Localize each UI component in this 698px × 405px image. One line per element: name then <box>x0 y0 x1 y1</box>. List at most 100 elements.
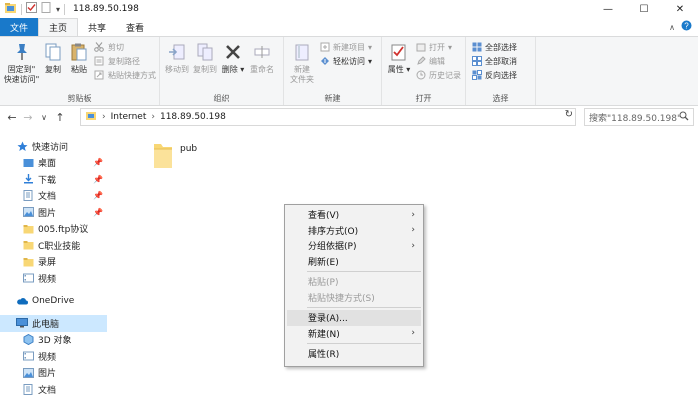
video-icon <box>22 350 34 362</box>
breadcrumb-internet[interactable]: Internet <box>111 112 147 122</box>
cut-button[interactable]: 剪切 <box>94 41 156 53</box>
window-controls: — ☐ ✕ <box>590 0 698 18</box>
invert-selection-label: 反向选择 <box>485 70 517 80</box>
menu-item-paste[interactable]: 粘贴(P) <box>285 274 423 290</box>
select-small-actions: 全部选择 全部取消 反向选择 <box>471 39 517 93</box>
copy-button[interactable]: 复制 <box>40 39 66 93</box>
tab-view[interactable]: 查看 <box>116 18 154 36</box>
pin-icon[interactable]: 📌 <box>93 175 103 184</box>
folder-icon <box>22 223 34 235</box>
invert-selection-button[interactable]: 反向选择 <box>471 69 517 81</box>
maximize-button[interactable]: ☐ <box>626 0 662 18</box>
open-icon <box>415 42 426 53</box>
nav-item-documents[interactable]: 文档 📌 <box>0 188 107 205</box>
nav-item-pictures[interactable]: 图片 📌 <box>0 204 107 221</box>
search-box[interactable]: 搜索"118.89.50.198" <box>584 108 694 126</box>
menu-item-properties[interactable]: 属性(R) <box>285 346 423 362</box>
nav-onedrive[interactable]: OneDrive <box>0 293 107 310</box>
copy-to-icon <box>194 41 216 63</box>
new-folder-button[interactable]: 新建 文件夹 <box>287 39 317 93</box>
paste-shortcut-button[interactable]: 粘贴快捷方式 <box>94 69 156 81</box>
properties-icon <box>388 41 410 63</box>
edit-button[interactable]: 编辑 <box>415 55 461 67</box>
nav-this-pc[interactable]: 此电脑 <box>0 315 107 332</box>
nav-item-label: 桌面 <box>38 159 57 170</box>
tab-file[interactable]: 文件 <box>0 18 39 36</box>
nav-item-folder[interactable]: 录屏 <box>0 254 107 271</box>
select-all-button[interactable]: 全部选择 <box>471 41 517 53</box>
file-item-pub[interactable]: pub <box>152 140 197 173</box>
easy-access-dropdown-icon: ▾ <box>368 56 373 66</box>
easy-access-button[interactable]: 轻松访问 ▾ <box>319 55 372 67</box>
history-button[interactable]: 历史记录 <box>415 69 461 81</box>
collapse-ribbon-icon[interactable]: ∧ <box>669 23 675 32</box>
nav-item-folder[interactable]: C职业技能 <box>0 237 107 254</box>
nav-item-3d-objects[interactable]: 3D 对象 <box>0 332 107 349</box>
nav-item-desktop[interactable]: 桌面 📌 <box>0 155 107 172</box>
paste-shortcut-icon <box>94 70 105 81</box>
minimize-button[interactable]: — <box>590 0 626 18</box>
delete-button[interactable]: 删除 ▾ <box>219 39 247 93</box>
star-icon <box>16 140 28 152</box>
menu-item-login[interactable]: 登录(A)... <box>287 310 421 326</box>
paste-button[interactable]: 粘贴 <box>66 39 92 93</box>
tab-share[interactable]: 共享 <box>78 18 116 36</box>
help-icon[interactable]: ? <box>681 20 692 34</box>
select-none-button[interactable]: 全部取消 <box>471 55 517 67</box>
forward-arrow-icon[interactable]: → <box>20 111 36 124</box>
menu-item-refresh[interactable]: 刷新(E) <box>285 254 423 270</box>
rename-button[interactable]: 重命名 <box>247 39 277 93</box>
new-folder-qat-icon[interactable] <box>41 2 52 16</box>
close-button[interactable]: ✕ <box>662 0 698 18</box>
pin-quick-access-button[interactable]: 固定到" 快速访问" <box>3 39 40 93</box>
download-arrow-icon <box>22 173 34 185</box>
easy-access-icon <box>319 56 330 67</box>
tab-home[interactable]: 主页 <box>38 18 79 36</box>
open-button[interactable]: 打开 ▾ <box>415 41 461 53</box>
app-icon[interactable] <box>4 2 17 17</box>
new-folder-icon <box>291 41 313 63</box>
menu-item-paste-shortcut[interactable]: 粘贴快捷方式(S) <box>285 290 423 306</box>
up-arrow-icon[interactable]: ↑ <box>52 111 68 124</box>
nav-item-documents[interactable]: 文档 <box>0 381 107 398</box>
nav-item-pictures[interactable]: 图片 <box>0 365 107 382</box>
copy-path-button[interactable]: 复制路径 <box>94 55 156 67</box>
back-arrow-icon[interactable]: ← <box>4 111 20 124</box>
properties-check-icon[interactable] <box>26 2 37 16</box>
copy-path-label: 复制路径 <box>107 56 140 66</box>
delete-text: 删除 <box>221 65 238 74</box>
menu-item-sort[interactable]: 排序方式(O) › <box>285 223 423 239</box>
organize-group: 移动到 复制到 删除 ▾ 重命名 组织 <box>160 37 284 105</box>
open-group: 属性 ▾ 打开 ▾ 编辑 历史记录 打开 <box>382 37 466 105</box>
nav-item-videos[interactable]: 视频 <box>0 348 107 365</box>
menu-item-label: 粘贴快捷方式(S) <box>308 293 375 304</box>
move-to-button[interactable]: 移动到 <box>163 39 191 93</box>
nav-item-downloads[interactable]: 下载 📌 <box>0 171 107 188</box>
refresh-icon[interactable]: ↻ <box>565 109 573 120</box>
menu-item-group[interactable]: 分组依据(P) › <box>285 238 423 254</box>
nav-item-videos[interactable]: 视频 <box>0 270 107 287</box>
cube-icon <box>22 334 34 346</box>
quick-access-toolbar: ▾ <box>0 0 66 18</box>
new-item-button[interactable]: 新建项目 ▾ <box>319 41 372 53</box>
submenu-arrow-icon: › <box>411 209 415 220</box>
pin-icon[interactable]: 📌 <box>93 191 103 200</box>
nav-quick-access[interactable]: 快速访问 <box>0 138 107 155</box>
menu-separator <box>307 307 421 308</box>
history-icon <box>415 70 426 81</box>
copy-path-icon <box>94 56 105 67</box>
menu-item-new[interactable]: 新建(N) › <box>285 326 423 342</box>
breadcrumb-host[interactable]: 118.89.50.198 <box>160 112 226 122</box>
nav-item-label: 005.ftp协议 <box>38 225 89 236</box>
pin-icon[interactable]: 📌 <box>93 158 103 167</box>
menu-item-view[interactable]: 查看(V) › <box>285 207 423 223</box>
pin-icon[interactable]: 📌 <box>93 208 103 217</box>
properties-button[interactable]: 属性 ▾ <box>385 39 413 93</box>
copy-to-button[interactable]: 复制到 <box>191 39 219 93</box>
recent-locations-chevron-icon[interactable]: ∨ <box>36 113 52 122</box>
pictures-icon <box>22 367 34 379</box>
nav-item-label: 视频 <box>38 274 57 285</box>
nav-item-folder[interactable]: 005.ftp协议 <box>0 221 107 238</box>
qat-dropdown-icon[interactable]: ▾ <box>56 5 60 14</box>
address-field[interactable]: › Internet › 118.89.50.198 ↻ <box>80 108 576 126</box>
